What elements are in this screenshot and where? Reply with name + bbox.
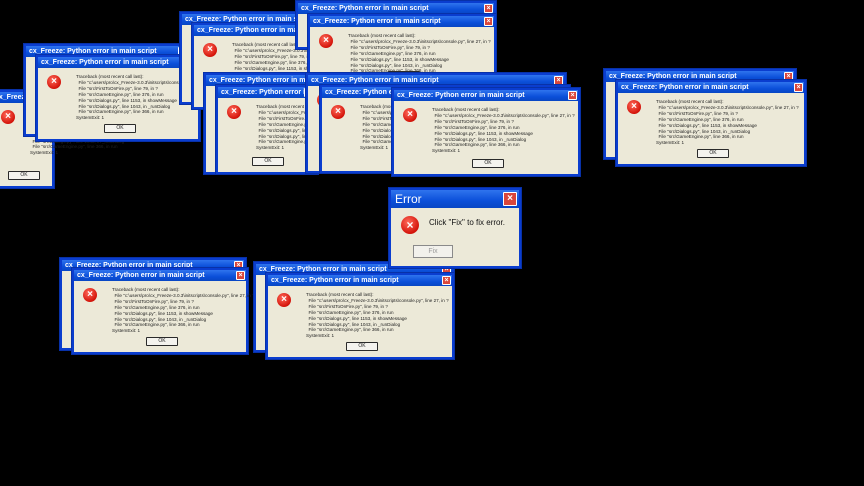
close-icon[interactable]: × — [568, 91, 577, 100]
close-icon[interactable]: × — [484, 17, 493, 26]
dialog-titlebar[interactable]: cx_Freeze: Python error in main script × — [310, 16, 494, 27]
error-dialog-titlebar[interactable]: Error × — [391, 190, 519, 208]
traceback-line: SystemExit: 1 — [656, 140, 685, 146]
dialog-title: cx_Freeze: Python error in main script — [209, 77, 316, 84]
error-icon: × — [627, 100, 641, 114]
dialog-titlebar[interactable]: cx_Freeze: Python error in main script × — [618, 82, 804, 93]
close-icon[interactable]: × — [236, 271, 245, 280]
error-dialog: Error × × Click "Fix" to fix error. Fix — [389, 188, 521, 268]
close-icon[interactable]: × — [442, 276, 451, 285]
ok-button[interactable]: OK — [697, 149, 729, 158]
dialog-title: cx_Freeze: Python error in main script — [397, 92, 525, 99]
traceback-text: Traceback (most recent call last): File … — [432, 107, 575, 154]
cx-freeze-error-dialog: cx_Freeze: Python error in main script ×… — [36, 55, 219, 141]
cx-freeze-error-dialog: cx_Freeze: Python error in main script ×… — [72, 268, 255, 354]
traceback-line: File "c:\users\pro\cx_Freeze-3.0.3\inits… — [656, 104, 799, 110]
dialog-titlebar[interactable]: cx_Freeze: Python error in main script × — [394, 90, 578, 101]
error-dialog-title: Error — [395, 192, 422, 206]
dialog-title: cx_Freeze: Python error in main script — [77, 272, 205, 279]
error-icon: × — [403, 108, 417, 122]
dialog-titlebar[interactable]: cx_Freeze: Python error in main script × — [218, 87, 314, 98]
ok-button[interactable]: OK — [104, 124, 136, 133]
dialog-title: cx_Freeze: Python error in main script — [185, 16, 313, 23]
ok-button[interactable]: OK — [146, 337, 178, 346]
traceback-line: SystemExit: 1 — [306, 333, 335, 339]
traceback-line: File "c:\users\pro\cx_Freeze-3.0.3\inits… — [112, 292, 255, 298]
traceback-line: File "c:\users\pro\cx_Freeze-3.0.3\inits… — [348, 38, 491, 44]
error-icon: × — [1, 110, 15, 124]
close-icon[interactable]: × — [554, 76, 563, 85]
dialog-title: cx_Freeze: Python error in main script — [221, 89, 314, 96]
error-icon: × — [203, 43, 217, 57]
error-icon: × — [277, 293, 291, 307]
dialog-titlebar[interactable]: cx_Freeze: Python error in main script × — [38, 57, 198, 68]
traceback-text: Traceback (most recent call last): File … — [306, 292, 449, 339]
ok-button[interactable]: OK — [346, 342, 378, 351]
ok-button[interactable]: OK — [252, 157, 284, 166]
traceback-line: SystemExit: 1 — [112, 328, 141, 334]
dialog-titlebar[interactable]: cx_Freeze: Python error in main script × — [268, 275, 452, 286]
error-icon: × — [319, 34, 333, 48]
dialog-titlebar[interactable]: cx_Freeze: Python error in main script × — [74, 270, 246, 281]
error-icon: × — [47, 75, 61, 89]
ok-button[interactable]: OK — [8, 171, 40, 180]
dialog-titlebar[interactable]: cx_Freeze: Python error in main script × — [298, 3, 494, 14]
traceback-text: Traceback (most recent call last): File … — [112, 287, 255, 334]
cx-freeze-error-dialog: cx_Freeze: Python error in main script ×… — [216, 85, 399, 174]
ok-button[interactable]: OK — [472, 159, 504, 168]
dialog-title: cx_Freeze: Python error in main script — [259, 266, 387, 273]
dialog-title: cx_Freeze: Python error in main script — [313, 18, 441, 25]
error-icon: × — [401, 216, 419, 234]
dialog-title: cx_Freeze: Python error in main script — [29, 48, 157, 55]
dialog-title: cx_Freeze: Python error in main script — [621, 84, 749, 91]
close-icon[interactable]: × — [794, 83, 803, 92]
cx-freeze-error-dialog: cx_Freeze: Python error in main script ×… — [392, 88, 580, 176]
fix-button[interactable]: Fix — [413, 245, 453, 258]
traceback-line: SystemExit: 1 — [76, 115, 105, 121]
close-icon[interactable]: × — [503, 192, 517, 206]
cx-freeze-error-dialog: cx_Freeze: Python error in main script ×… — [266, 273, 454, 359]
dialog-title: cx_Freeze: Python error in main script — [41, 59, 169, 66]
error-icon: × — [83, 288, 97, 302]
cx-freeze-error-dialog: cx_Freeze: Python error in main script ×… — [616, 80, 806, 166]
traceback-line: SystemExit: 1 — [30, 150, 59, 156]
traceback-text: Traceback (most recent call last): File … — [656, 99, 799, 146]
dialog-title: cx_Freeze: Python error in main script — [271, 277, 399, 284]
traceback-line: File "c:\users\pro\cx_Freeze-3.0.3\inits… — [306, 297, 449, 303]
dialog-title: cx_Freeze: Python error in main script — [609, 73, 737, 80]
traceback-line: File "c:\users\pro\cx_Freeze-3.0.3\inits… — [432, 112, 575, 118]
dialog-title: cx_Freeze: Python error in main script — [311, 77, 439, 84]
error-message: Click "Fix" to fix error. — [429, 218, 505, 227]
dialog-title: cx_Freeze: Python error in main script — [301, 5, 429, 12]
close-icon[interactable]: × — [484, 4, 493, 13]
error-icon: × — [227, 105, 241, 119]
traceback-line: SystemExit: 1 — [432, 148, 461, 154]
error-icon: × — [331, 105, 345, 119]
